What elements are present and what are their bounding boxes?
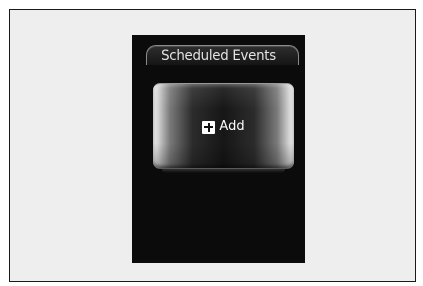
add-button-reflection: [162, 169, 285, 173]
plus-icon: [202, 120, 216, 134]
add-button-label: Add: [219, 119, 245, 134]
add-button-content: Add: [202, 119, 245, 134]
figure-frame: Scheduled Events Add: [9, 9, 416, 282]
add-button[interactable]: Add: [153, 83, 294, 169]
screen-title: Scheduled Events: [161, 48, 276, 64]
display-screen: Scheduled Events Add: [132, 35, 305, 263]
